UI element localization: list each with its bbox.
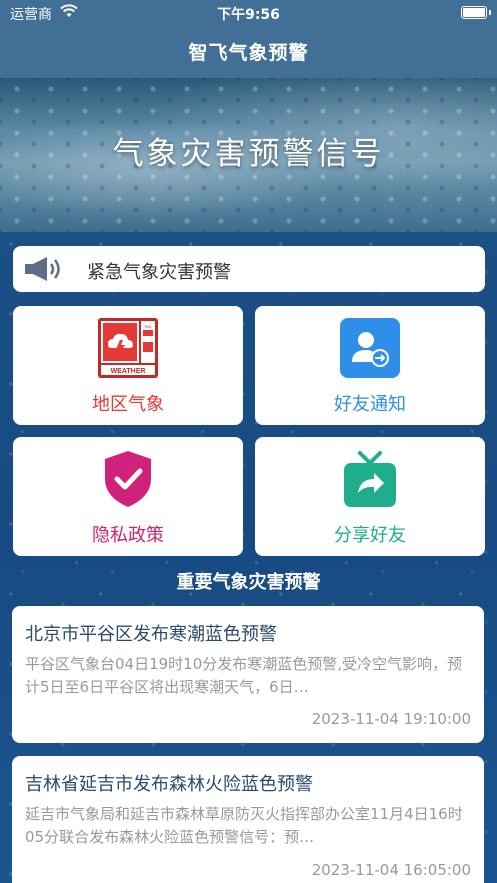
news-title: 吉林省延吉市发布森林火险蓝色预警 (25, 774, 313, 795)
emergency-notice-bar[interactable]: 紧急气象灾害预警 (13, 246, 485, 292)
notice-label: 紧急气象灾害预警 (87, 262, 231, 283)
section-title: 重要气象灾害预警 (176, 572, 321, 593)
privacy-policy-label: 隐私政策 (92, 525, 164, 546)
friend-notify-label: 好友通知 (334, 394, 406, 415)
share-friends-button[interactable]: 分享好友 (255, 437, 485, 556)
status-bar: 运营商 下午9:56 (0, 0, 497, 26)
news-summary: 平谷区气象台04日19时10分发布寒潮蓝色预警,受冷空气影响，预计5日至6日平谷… (25, 655, 463, 696)
weather-badge-text: WEATHER (111, 368, 146, 375)
privacy-shield-icon (98, 449, 158, 509)
clock: 下午9:56 (217, 7, 280, 23)
regional-weather-label: 地区气象 (92, 394, 164, 415)
friend-notify-icon (340, 318, 400, 378)
news-summary: 延吉市气象局和延吉市森林草原防灭火指挥部办公室11月4日16时05分联合发布森林… (25, 805, 463, 846)
page-title: 智飞气象预警 (188, 42, 309, 64)
banner-title: 气象灾害预警信号 (112, 136, 385, 172)
news-date: 2023-11-04 16:05:00 (311, 861, 471, 879)
battery-tip (489, 10, 491, 15)
privacy-policy-button[interactable]: 隐私政策 (13, 437, 243, 556)
speaker-icon (25, 257, 65, 281)
news-title: 北京市平谷区发布寒潮蓝色预警 (25, 624, 277, 645)
battery-icon (461, 6, 487, 19)
weather-alert-icon: WEATHER Ka (98, 318, 158, 378)
news-date: 2023-11-04 19:10:00 (311, 710, 471, 728)
banner-image: 气象灾害预警信号 (0, 78, 497, 232)
weather-small-text: Ka (145, 324, 151, 329)
share-friends-label: 分享好友 (334, 525, 406, 546)
friend-notify-button[interactable]: 好友通知 (255, 306, 485, 425)
news-card[interactable]: 吉林省延吉市发布森林火险蓝色预警 延吉市气象局和延吉市森林草原防灭火指挥部办公室… (12, 756, 484, 883)
top-bar: 运营商 下午9:56 智飞气象预警 (0, 0, 497, 78)
share-gift-icon (340, 449, 400, 509)
regional-weather-button[interactable]: WEATHER Ka 地区气象 (13, 306, 243, 425)
news-card[interactable]: 北京市平谷区发布寒潮蓝色预警 平谷区气象台04日19时10分发布寒潮蓝色预警,受… (12, 606, 484, 743)
